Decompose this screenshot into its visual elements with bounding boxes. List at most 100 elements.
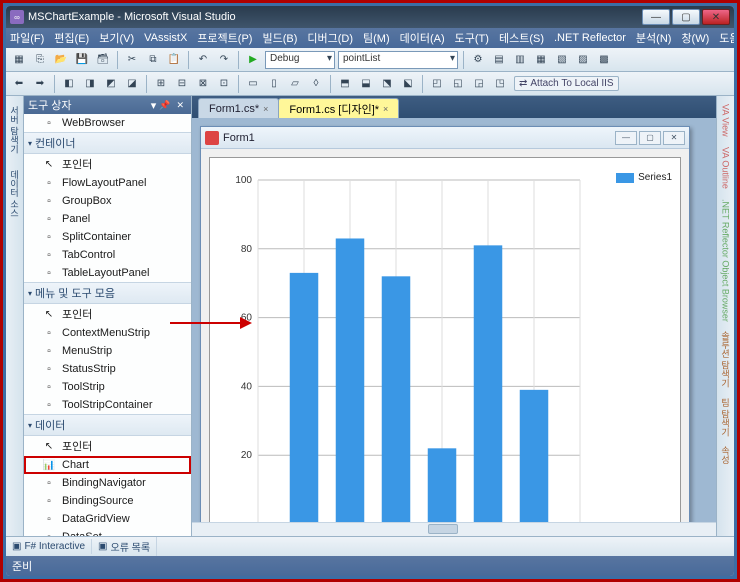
form-close-icon[interactable]: ✕ <box>663 131 685 145</box>
toolbox-group-header[interactable]: 데이터 <box>24 414 191 436</box>
tool5-icon[interactable]: ▧ <box>553 51 571 69</box>
open-icon[interactable]: 📂 <box>52 51 70 69</box>
side-tab[interactable]: 팀 탐색기 <box>718 394 733 441</box>
menu-item[interactable]: 도구(T) <box>455 30 489 46</box>
undo-icon[interactable]: ↶ <box>194 51 212 69</box>
toolbox-item[interactable]: ▫StatusStrip <box>24 360 191 378</box>
side-tab[interactable]: VA View <box>720 100 732 141</box>
t2e-icon[interactable]: ⊞ <box>152 75 170 93</box>
side-tab[interactable]: VA Outline <box>720 143 732 193</box>
menu-item[interactable]: 디버그(D) <box>307 30 353 46</box>
side-tab[interactable]: .NET Reflector Object Browser <box>720 195 732 326</box>
t2t-icon[interactable]: ◳ <box>491 75 509 93</box>
design-surface[interactable]: Form1 — ▢ ✕ Series1 2040608010012345678 <box>192 118 716 522</box>
attach-iis-button[interactable]: ⇄Attach To Local IIS <box>514 76 619 91</box>
t2q-icon[interactable]: ◰ <box>428 75 446 93</box>
toolbox-item[interactable]: ▫ToolStripContainer <box>24 396 191 414</box>
t2g-icon[interactable]: ⊠ <box>194 75 212 93</box>
t2m-icon[interactable]: ⬒ <box>336 75 354 93</box>
toolbox-item[interactable]: ▫SplitContainer <box>24 228 191 246</box>
t2s-icon[interactable]: ◲ <box>470 75 488 93</box>
menu-item[interactable]: 프로젝트(P) <box>197 30 252 46</box>
new-project-icon[interactable]: ▦ <box>10 51 28 69</box>
toolbox-item[interactable]: ▫FlowLayoutPanel <box>24 174 191 192</box>
toolbox-item[interactable]: ▫ToolStrip <box>24 378 191 396</box>
t2a-icon[interactable]: ◧ <box>60 75 78 93</box>
maximize-button[interactable]: ▢ <box>672 9 700 25</box>
tab-close-icon[interactable]: × <box>263 104 268 114</box>
menu-item[interactable]: 도움말(H) <box>719 30 734 46</box>
menu-item[interactable]: .NET Reflector <box>554 32 626 44</box>
nav-back-icon[interactable]: ⬅ <box>10 75 28 93</box>
chart-control[interactable]: Series1 2040608010012345678 <box>209 157 681 522</box>
add-item-icon[interactable]: ⎘ <box>31 51 49 69</box>
tool-icon[interactable]: ⚙ <box>469 51 487 69</box>
start-icon[interactable]: ▶ <box>244 51 262 69</box>
nav-fwd-icon[interactable]: ➡ <box>31 75 49 93</box>
toolbox-item[interactable]: ▫MenuStrip <box>24 342 191 360</box>
side-tab[interactable]: 속성 <box>718 442 733 468</box>
minimize-button[interactable]: — <box>642 9 670 25</box>
tab-close-icon[interactable]: × <box>383 104 388 114</box>
target-combo[interactable]: pointList <box>338 51 458 69</box>
toolbox-item[interactable]: ▫DataSet <box>24 528 191 536</box>
menu-item[interactable]: 창(W) <box>681 30 709 46</box>
save-icon[interactable]: 💾 <box>73 51 91 69</box>
config-combo[interactable]: Debug <box>265 51 335 69</box>
menu-item[interactable]: 분석(N) <box>636 30 672 46</box>
cut-icon[interactable]: ✂ <box>123 51 141 69</box>
side-tab[interactable]: 데이터 소스 <box>7 164 22 224</box>
toolbox-item[interactable]: ▫WebBrowser <box>24 114 191 132</box>
menu-item[interactable]: 파일(F) <box>10 30 44 46</box>
h-scrollbar[interactable] <box>192 522 716 536</box>
bottom-tab[interactable]: ▣F# Interactive <box>6 539 92 554</box>
pin-icon[interactable]: 📌 <box>156 100 173 111</box>
menu-item[interactable]: 편집(E) <box>54 30 89 46</box>
menu-item[interactable]: 빌드(B) <box>262 30 297 46</box>
menu-item[interactable]: 데이터(A) <box>400 30 445 46</box>
t2b-icon[interactable]: ◨ <box>81 75 99 93</box>
form-min-icon[interactable]: — <box>615 131 637 145</box>
document-tab[interactable]: Form1.cs [디자인]*× <box>278 98 399 118</box>
copy-icon[interactable]: ⧉ <box>144 51 162 69</box>
toolbox-item[interactable]: ▫BindingNavigator <box>24 474 191 492</box>
t2n-icon[interactable]: ⬓ <box>357 75 375 93</box>
toolbox-item[interactable]: ▫BindingSource <box>24 492 191 510</box>
toolbox-item[interactable]: ↖포인터 <box>24 304 191 324</box>
t2h-icon[interactable]: ⊡ <box>215 75 233 93</box>
toolbox-item[interactable]: ▫ContextMenuStrip <box>24 324 191 342</box>
t2p-icon[interactable]: ⬕ <box>399 75 417 93</box>
side-tab[interactable]: 서버 탐색기 <box>7 100 22 160</box>
toolbox-group-header[interactable]: 메뉴 및 도구 모음 <box>24 282 191 304</box>
toolbox-item[interactable]: ▫TableLayoutPanel <box>24 264 191 282</box>
toolbox-item[interactable]: ▫DataGridView <box>24 510 191 528</box>
toolbox-item[interactable]: ↖포인터 <box>24 154 191 174</box>
t2r-icon[interactable]: ◱ <box>449 75 467 93</box>
form-window[interactable]: Form1 — ▢ ✕ Series1 2040608010012345678 <box>200 126 690 522</box>
tool7-icon[interactable]: ▩ <box>595 51 613 69</box>
side-tab[interactable]: 솔루션 탐색기 <box>718 327 733 392</box>
toolbox-item-chart[interactable]: 📊Chart <box>24 456 191 474</box>
menu-item[interactable]: 팀(M) <box>363 30 390 46</box>
menu-item[interactable]: VAssistX <box>144 32 187 44</box>
tool3-icon[interactable]: ▥ <box>511 51 529 69</box>
t2k-icon[interactable]: ▱ <box>286 75 304 93</box>
toolbox-group-header[interactable]: 컨테이너 <box>24 132 191 154</box>
redo-icon[interactable]: ↷ <box>215 51 233 69</box>
toolbox-item[interactable]: ▫Panel <box>24 210 191 228</box>
t2i-icon[interactable]: ▭ <box>244 75 262 93</box>
menu-item[interactable]: 보기(V) <box>99 30 134 46</box>
tool6-icon[interactable]: ▨ <box>574 51 592 69</box>
tool2-icon[interactable]: ▤ <box>490 51 508 69</box>
t2l-icon[interactable]: ◊ <box>307 75 325 93</box>
t2d-icon[interactable]: ◪ <box>123 75 141 93</box>
menu-item[interactable]: 테스트(S) <box>499 30 544 46</box>
toolbox-item[interactable]: ↖포인터 <box>24 436 191 456</box>
save-all-icon[interactable]: 🗃 <box>94 51 112 69</box>
t2f-icon[interactable]: ⊟ <box>173 75 191 93</box>
t2j-icon[interactable]: ▯ <box>265 75 283 93</box>
t2o-icon[interactable]: ⬔ <box>378 75 396 93</box>
toolbox-item[interactable]: ▫TabControl <box>24 246 191 264</box>
toolbox-item[interactable]: ▫GroupBox <box>24 192 191 210</box>
form-max-icon[interactable]: ▢ <box>639 131 661 145</box>
